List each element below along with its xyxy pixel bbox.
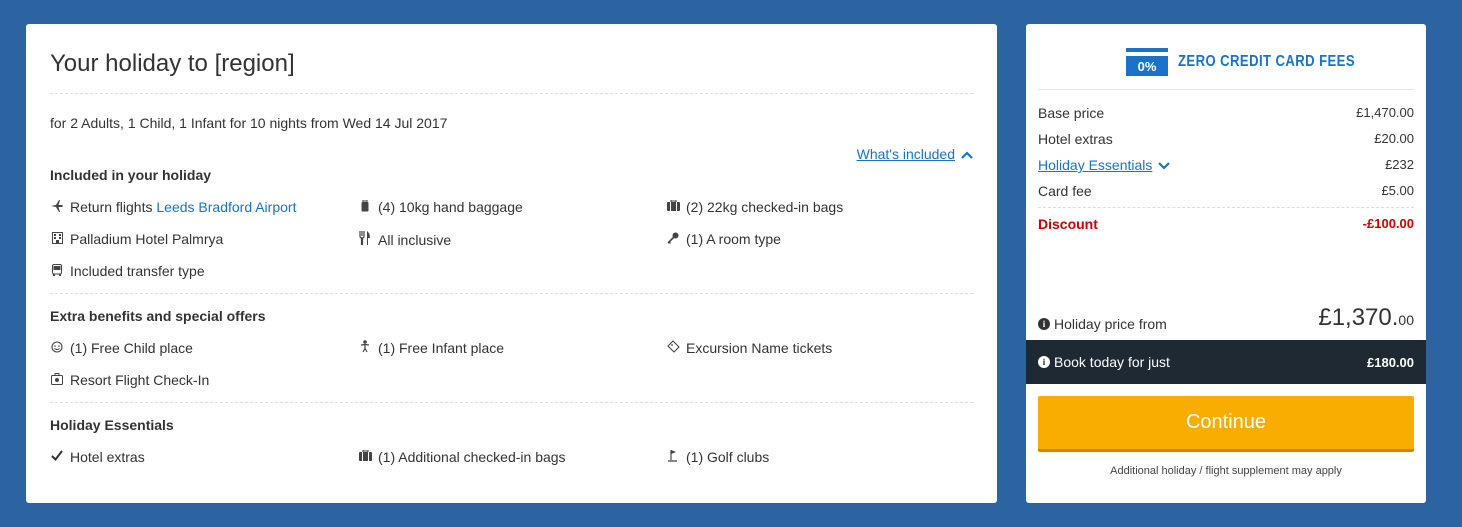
total-price: £1,370.00 bbox=[1318, 304, 1414, 332]
credit-card-icon: 0% bbox=[1126, 48, 1168, 76]
hotel-label: Palladium Hotel Palmrya bbox=[70, 231, 224, 247]
golf-item: (1) Golf clubs bbox=[666, 449, 769, 465]
whats-included-label: What's included bbox=[856, 146, 955, 162]
price-row-hotel-extras: Hotel extras £20.00 bbox=[1038, 131, 1414, 147]
price-row-value: £232 bbox=[1385, 157, 1414, 172]
total-label: Holiday price from bbox=[1054, 316, 1167, 332]
today-label: Book today for just bbox=[1054, 354, 1170, 370]
golf-flag-icon bbox=[666, 449, 680, 465]
badge-text: ZERO CREDIT CARD FEES bbox=[1178, 53, 1355, 70]
additional-bags-label: (1) Additional checked-in bags bbox=[378, 449, 566, 465]
hotel-extras-item: Hotel extras bbox=[50, 449, 145, 465]
infant-place-label: (1) Free Infant place bbox=[378, 340, 505, 356]
total-price-row: i Holiday price from £1,370.00 bbox=[1038, 304, 1414, 332]
chevron-up-icon bbox=[961, 146, 973, 162]
price-row-discount: Discount -£100.00 bbox=[1038, 216, 1414, 232]
airport-link[interactable]: Leeds Bradford Airport bbox=[156, 199, 296, 215]
divider bbox=[1038, 207, 1414, 208]
supplement-note: Additional holiday / flight supplement m… bbox=[1110, 465, 1342, 477]
flights-prefix: Return flights bbox=[70, 199, 153, 215]
section-heading-benefits: Extra benefits and special offers bbox=[50, 308, 266, 324]
child-place-item: (1) Free Child place bbox=[50, 340, 193, 356]
golf-label: (1) Golf clubs bbox=[686, 449, 770, 465]
section-heading-included: Included in your holiday bbox=[50, 167, 212, 183]
party-summary: for 2 Adults, 1 Child, 1 Infant for 10 n… bbox=[50, 115, 448, 131]
bus-icon bbox=[50, 263, 64, 279]
hotel-icon bbox=[50, 231, 64, 247]
suitcase-icon bbox=[358, 449, 372, 464]
key-icon bbox=[666, 232, 680, 247]
flights-item: Return flights Leeds Bradford Airport bbox=[50, 199, 296, 215]
excursion-label: Excursion Name tickets bbox=[686, 340, 833, 356]
page-title: Your holiday to [region] bbox=[50, 50, 295, 77]
board-item: All inclusive bbox=[358, 231, 451, 248]
discount-value: -£100.00 bbox=[1362, 216, 1414, 231]
badge-percent: 0% bbox=[1137, 59, 1157, 74]
total-price-main: £1,370. bbox=[1318, 304, 1399, 331]
zero-fees-badge: 0% ZERO CREDIT CARD FEES bbox=[1126, 48, 1394, 76]
info-icon[interactable]: i bbox=[1038, 356, 1050, 368]
infant-place-item: (1) Free Infant place bbox=[358, 340, 504, 356]
transfer-item: Included transfer type bbox=[50, 263, 205, 279]
price-row-label: Card fee bbox=[1038, 183, 1092, 199]
checkmark-icon bbox=[50, 450, 64, 464]
chevron-down-icon bbox=[1158, 158, 1171, 173]
hand-baggage-item: (4) 10kg hand baggage bbox=[358, 199, 523, 215]
excursion-item: Excursion Name tickets bbox=[666, 340, 832, 356]
checkin-item: Resort Flight Check-In bbox=[50, 372, 209, 388]
price-panel: 0% ZERO CREDIT CARD FEES Base price £1,4… bbox=[1026, 24, 1426, 503]
transfer-label: Included transfer type bbox=[70, 263, 205, 279]
holiday-summary-panel: Your holiday to [region] for 2 Adults, 1… bbox=[26, 24, 997, 503]
holiday-essentials-toggle[interactable]: Holiday Essentials bbox=[1038, 157, 1171, 173]
today-value: £180.00 bbox=[1367, 354, 1414, 370]
checked-bags-label: (2) 22kg checked-in bags bbox=[686, 199, 844, 215]
cutlery-icon bbox=[358, 231, 372, 248]
price-row-card-fee: Card fee £5.00 bbox=[1038, 183, 1414, 199]
price-row-label: Holiday Essentials bbox=[1038, 157, 1153, 173]
additional-bags-item: (1) Additional checked-in bags bbox=[358, 449, 566, 465]
hand-luggage-icon bbox=[358, 199, 372, 215]
continue-button[interactable]: Continue bbox=[1038, 396, 1414, 452]
divider bbox=[50, 93, 973, 94]
child-place-label: (1) Free Child place bbox=[70, 340, 193, 356]
hand-baggage-label: (4) 10kg hand baggage bbox=[378, 199, 523, 215]
smiley-icon bbox=[50, 340, 64, 356]
room-item: (1) A room type bbox=[666, 231, 781, 247]
room-label: (1) A room type bbox=[686, 231, 781, 247]
price-row-label: Hotel extras bbox=[1038, 131, 1113, 147]
price-row-label: Base price bbox=[1038, 105, 1105, 121]
price-row-base: Base price £1,470.00 bbox=[1038, 105, 1414, 121]
checkin-icon bbox=[50, 372, 64, 388]
price-row-value: £5.00 bbox=[1381, 183, 1414, 198]
book-today-bar: i Book today for just £180.00 bbox=[1026, 340, 1426, 384]
price-row-essentials: Holiday Essentials £232 bbox=[1038, 157, 1414, 173]
total-price-decimals: 00 bbox=[1398, 312, 1414, 328]
price-row-value: £1,470.00 bbox=[1356, 105, 1414, 120]
ticket-icon bbox=[666, 340, 680, 356]
checkin-label: Resort Flight Check-In bbox=[70, 372, 210, 388]
infant-icon bbox=[358, 340, 372, 356]
divider bbox=[50, 402, 973, 403]
price-row-value: £20.00 bbox=[1374, 131, 1414, 146]
hotel-extras-label: Hotel extras bbox=[70, 449, 145, 465]
hotel-item: Palladium Hotel Palmrya bbox=[50, 231, 223, 247]
checked-bags-item: (2) 22kg checked-in bags bbox=[666, 199, 843, 215]
suitcase-icon bbox=[666, 199, 680, 214]
section-heading-essentials: Holiday Essentials bbox=[50, 417, 174, 433]
info-icon[interactable]: i bbox=[1038, 318, 1050, 330]
whats-included-toggle[interactable]: What's included bbox=[857, 146, 973, 162]
divider bbox=[1038, 89, 1414, 90]
discount-label: Discount bbox=[1038, 216, 1098, 232]
plane-icon bbox=[50, 199, 64, 215]
divider bbox=[50, 293, 973, 294]
board-label: All inclusive bbox=[378, 231, 452, 248]
